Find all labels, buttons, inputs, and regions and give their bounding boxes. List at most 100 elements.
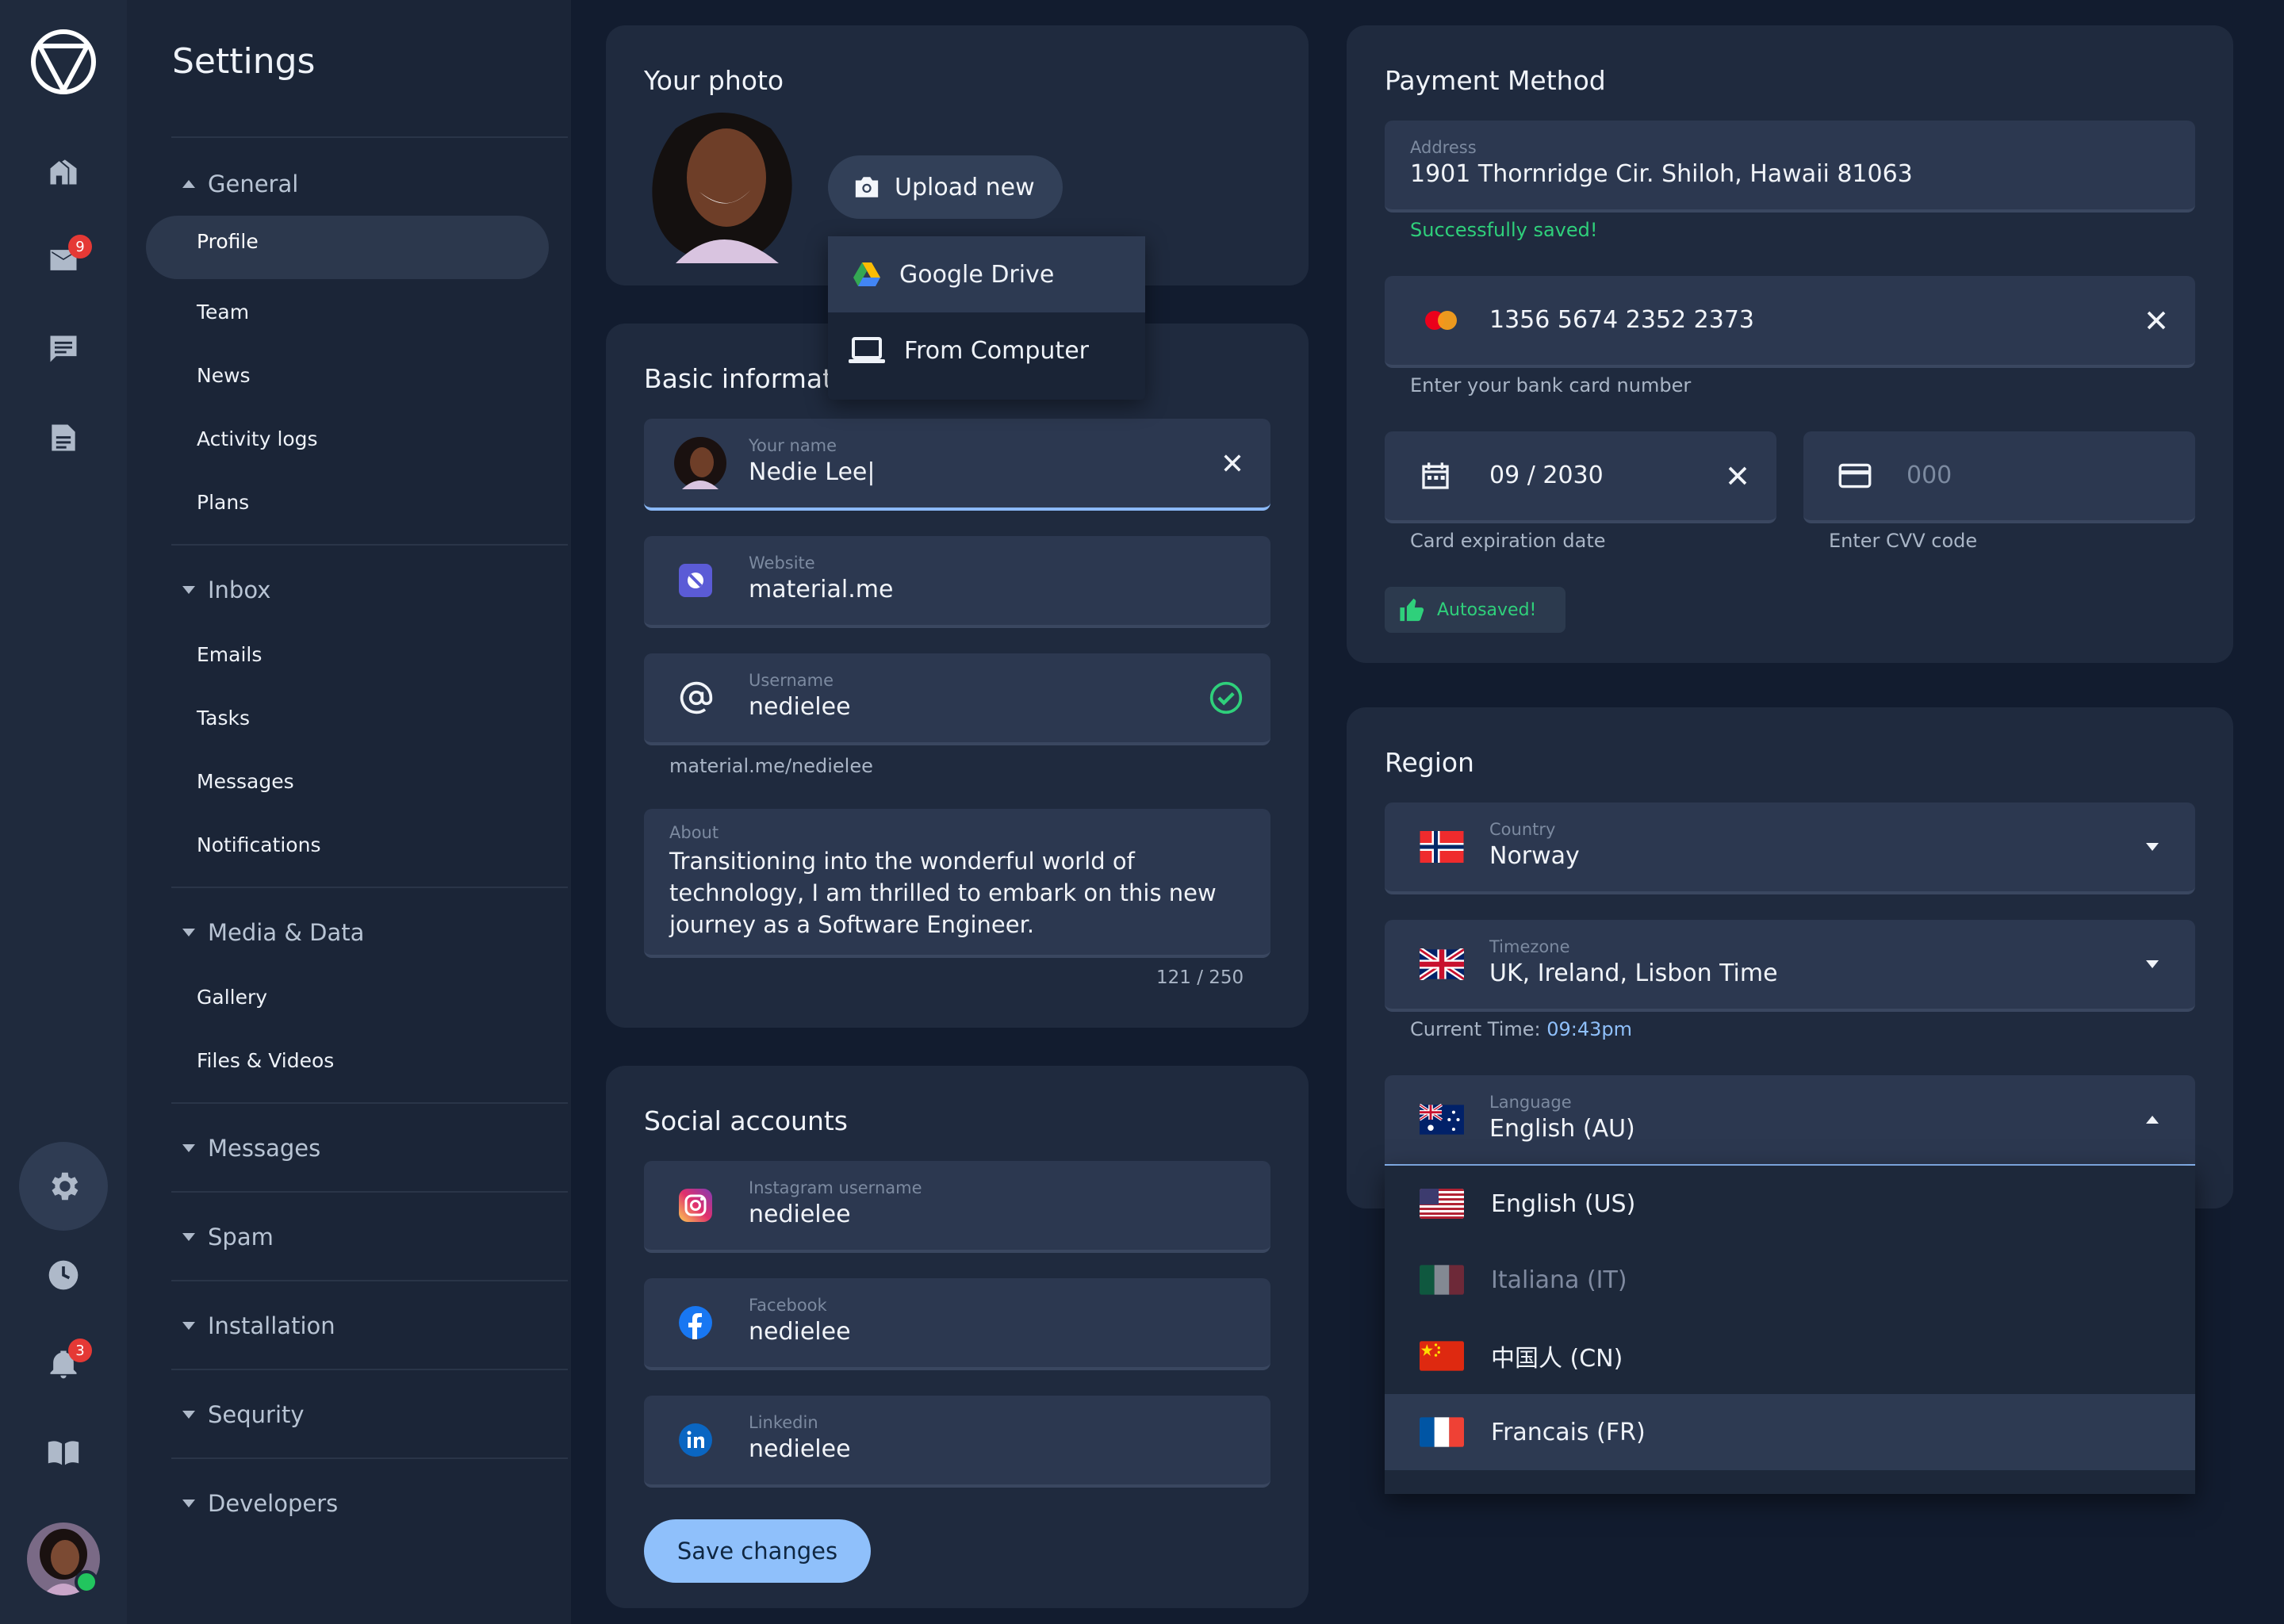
chevron-down-icon [171, 1233, 201, 1241]
region-card: Region Country Norway Timezone UK, Irela… [1347, 707, 2233, 1208]
nav-divider [171, 1191, 568, 1193]
language-select[interactable]: Language English (AU) [1385, 1075, 2195, 1167]
user-avatar[interactable] [27, 1522, 100, 1595]
nav-item-news[interactable]: News [197, 358, 251, 393]
nav-item-gallery[interactable]: Gallery [197, 980, 267, 1015]
nav-item-emails[interactable]: Emails [197, 638, 262, 672]
nav-title: Settings [172, 41, 316, 82]
nav-item-messages[interactable]: Messages [197, 764, 294, 799]
facebook-field[interactable]: Facebook nedielee [644, 1278, 1270, 1370]
about-counter: 121 / 250 [1156, 967, 1244, 988]
book-icon[interactable] [22, 1411, 105, 1494]
card-number-field[interactable]: 1356 5674 2352 2373 [1385, 276, 2195, 368]
nav-divider [171, 1369, 568, 1370]
linkedin-icon [679, 1396, 712, 1484]
nav-divider [171, 1280, 568, 1281]
document-icon[interactable] [22, 396, 105, 479]
region-title: Region [1385, 747, 1474, 778]
about-field[interactable]: About Transitioning into the wonderful w… [644, 809, 1270, 958]
upload-new-button[interactable]: Upload new [828, 155, 1063, 219]
home-icon[interactable] [22, 130, 105, 213]
social-accounts-title: Social accounts [644, 1105, 848, 1136]
photo-card-title: Your photo [644, 65, 784, 96]
menu-item-google-drive[interactable]: Google Drive [828, 236, 1145, 312]
name-field[interactable]: Your name Nedie Lee| [644, 419, 1270, 511]
bell-badge: 3 [68, 1339, 92, 1362]
expiry-field[interactable]: 09 / 2030 [1385, 431, 1776, 523]
google-drive-icon [853, 262, 880, 286]
username-field[interactable]: Username nedielee [644, 653, 1270, 745]
cvv-field[interactable]: 000 [1803, 431, 2195, 523]
nav-item-files-videos[interactable]: Files & Videos [197, 1044, 334, 1078]
nav-divider [171, 544, 568, 546]
chevron-down-icon [171, 1411, 201, 1419]
timezone-select[interactable]: Timezone UK, Ireland, Lisbon Time [1385, 920, 2195, 1012]
nav-item-tasks[interactable]: Tasks [197, 701, 250, 736]
chat-icon[interactable] [22, 308, 105, 390]
save-changes-button[interactable]: Save changes [644, 1519, 871, 1583]
clear-icon[interactable] [1726, 431, 1749, 520]
app-rail: 9 3 [0, 0, 127, 1624]
nav-divider [171, 1102, 568, 1104]
chevron-down-icon [171, 1322, 201, 1330]
us-flag-icon [1420, 1189, 1464, 1219]
nav-item-plans[interactable]: Plans [197, 485, 249, 520]
linkedin-field[interactable]: Linkedin nedielee [644, 1396, 1270, 1488]
nav-item-profile[interactable]: Profile [146, 216, 549, 279]
logo-icon[interactable] [30, 29, 97, 95]
language-option-fr[interactable]: Francais (FR) [1385, 1394, 2195, 1470]
chevron-down-icon [171, 929, 201, 936]
settings-nav: Settings General Profile Team News Activ… [127, 0, 571, 1624]
clear-icon[interactable] [1221, 419, 1244, 508]
nav-item-notifications[interactable]: Notifications [197, 828, 320, 863]
language-option-it[interactable]: Italiana (IT) [1385, 1242, 2195, 1318]
country-select[interactable]: Country Norway [1385, 802, 2195, 894]
payment-title: Payment Method [1385, 65, 1606, 96]
website-field[interactable]: Website material.me [644, 536, 1270, 628]
nav-group-media-data[interactable]: Media & Data [171, 909, 364, 956]
expiry-helper: Card expiration date [1410, 530, 1606, 552]
upload-menu: Google Drive From Computer [828, 236, 1145, 400]
instagram-field[interactable]: Instagram username nedielee [644, 1161, 1270, 1253]
nav-item-team[interactable]: Team [197, 295, 249, 330]
mail-icon[interactable]: 9 [22, 219, 105, 301]
nav-group-sequrity[interactable]: Sequrity [171, 1391, 305, 1438]
address-status: Successfully saved! [1410, 219, 1598, 241]
nav-group-messages[interactable]: Messages [171, 1124, 320, 1172]
italy-flag-icon [1420, 1265, 1464, 1295]
clear-icon[interactable] [2144, 276, 2168, 365]
check-circle-icon [1209, 653, 1244, 742]
mastercard-icon [1421, 276, 1461, 365]
profile-photo [644, 105, 799, 263]
nav-group-installation[interactable]: Installation [171, 1302, 335, 1350]
settings-icon[interactable] [19, 1142, 108, 1231]
current-time: Current Time: 09:43pm [1410, 1018, 1633, 1040]
address-field[interactable]: Address 1901 Thornridge Cir. Shiloh, Haw… [1385, 121, 2195, 213]
nav-group-spam[interactable]: Spam [171, 1213, 274, 1261]
nav-item-activity-logs[interactable]: Activity logs [197, 422, 318, 457]
language-option-cn[interactable]: 中国人 (CN) [1385, 1318, 2195, 1394]
france-flag-icon [1420, 1417, 1464, 1447]
nav-group-inbox[interactable]: Inbox [171, 566, 270, 614]
chevron-up-icon [171, 180, 201, 188]
instagram-icon [679, 1161, 712, 1250]
china-flag-icon [1420, 1341, 1464, 1371]
clock-icon[interactable] [22, 1234, 105, 1316]
norway-flag-icon [1420, 802, 1464, 891]
facebook-icon [679, 1278, 712, 1367]
menu-item-from-computer[interactable]: From Computer [828, 312, 1145, 389]
credit-card-icon [1838, 431, 1872, 520]
nav-divider [171, 1457, 568, 1459]
nav-group-developers[interactable]: Developers [171, 1480, 338, 1527]
nav-group-general[interactable]: General [171, 160, 298, 208]
at-sign-icon [679, 653, 714, 742]
chevron-down-icon [171, 586, 201, 594]
chevron-down-icon [171, 1500, 201, 1507]
chevron-down-icon [2146, 802, 2159, 891]
bell-icon[interactable]: 3 [22, 1323, 105, 1405]
avatar [674, 419, 726, 508]
autosaved-badge: Autosaved! [1385, 587, 1565, 633]
language-options: English (US) Italiana (IT) 中国人 (CN) Fran… [1385, 1166, 2195, 1494]
basic-info-card: Basic informati Your name Nedie Lee| Web… [606, 324, 1309, 1028]
language-option-en-us[interactable]: English (US) [1385, 1166, 2195, 1242]
